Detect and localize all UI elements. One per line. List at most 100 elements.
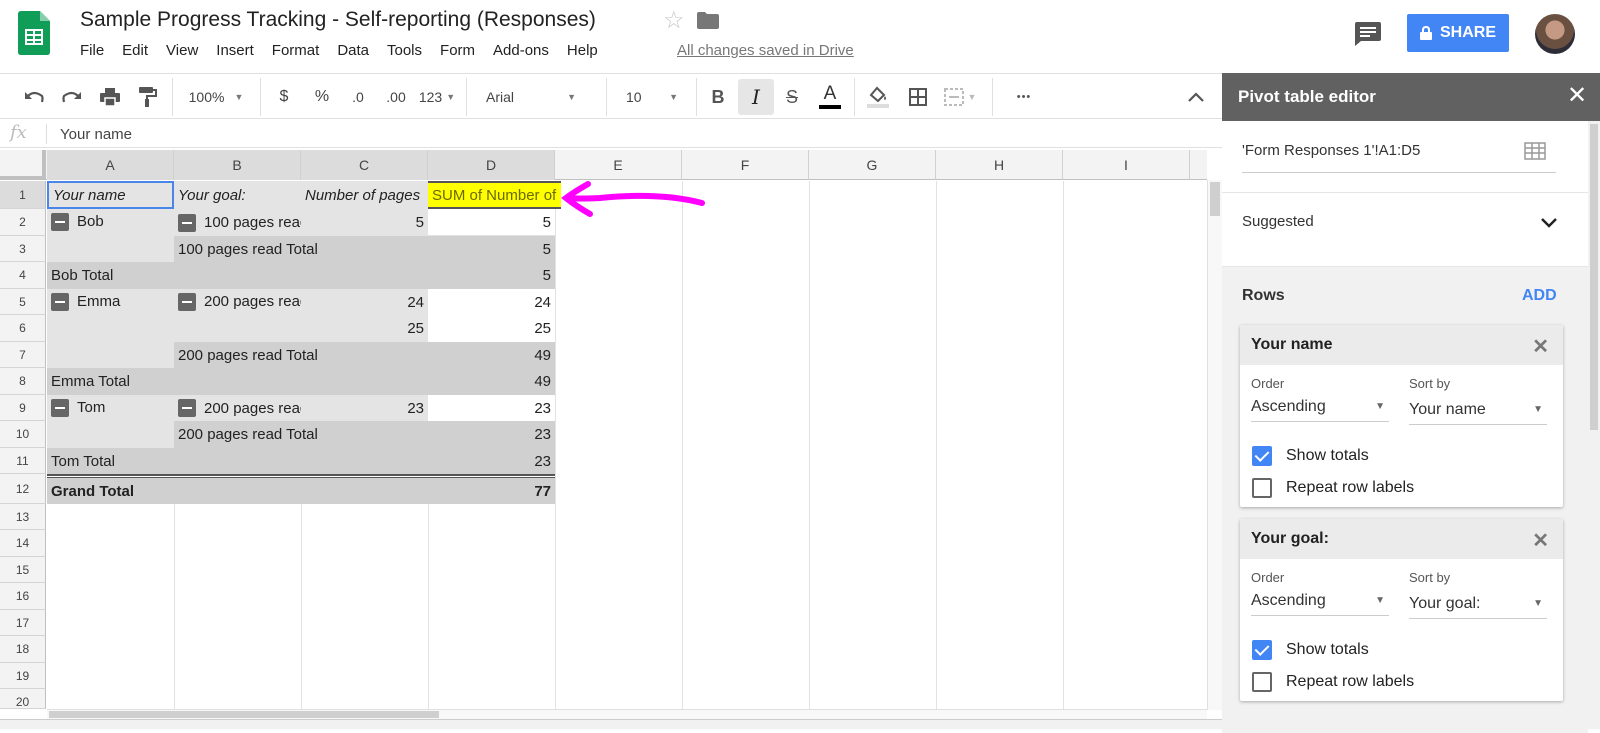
font-select[interactable]: Arial ▼	[476, 74, 586, 120]
formula-input[interactable]: Your name	[60, 126, 132, 143]
increase-decimal-button[interactable]: .00	[378, 74, 414, 120]
collapse-group-icon[interactable]	[178, 293, 196, 311]
panel-scroll-thumb[interactable]	[1590, 124, 1598, 430]
data-range-field[interactable]: 'Form Responses 1'!A1:D5	[1242, 142, 1420, 159]
cell-d1[interactable]: SUM of Number of pages	[428, 181, 561, 209]
cell-a8[interactable]: Emma Total	[47, 368, 428, 395]
row-header-7[interactable]: 7	[0, 342, 46, 368]
collapse-group-icon[interactable]	[178, 399, 196, 417]
undo-icon[interactable]	[18, 74, 50, 120]
sortby-select[interactable]: Your name ▼	[1409, 395, 1547, 425]
row-header-13[interactable]: 13	[0, 504, 46, 530]
cell-a5-emma[interactable]: Emma	[47, 289, 174, 368]
menu-form[interactable]: Form	[440, 42, 475, 59]
comment-icon[interactable]	[1355, 22, 1381, 46]
collapse-icon[interactable]	[1180, 74, 1212, 120]
cell-c5[interactable]: 24	[301, 289, 428, 315]
cell-b9[interactable]: 200 pages read	[174, 395, 301, 421]
row-header-12[interactable]: 12	[0, 474, 46, 504]
cell-d9[interactable]: 23	[428, 395, 555, 421]
cell-a11[interactable]: Tom Total	[47, 448, 428, 474]
share-button[interactable]: SHARE	[1407, 14, 1509, 52]
row-header-11[interactable]: 11	[0, 448, 46, 474]
cell-c1[interactable]: Number of pages	[301, 181, 428, 209]
column-header-a[interactable]: A	[47, 150, 174, 180]
vertical-scrollbar[interactable]	[1207, 180, 1222, 710]
print-icon[interactable]	[94, 74, 126, 120]
cell-d11[interactable]: 23	[428, 448, 555, 474]
column-header-f[interactable]: F	[682, 150, 809, 180]
cell-d3[interactable]: 5	[428, 236, 555, 262]
strikethrough-button[interactable]: S	[776, 74, 808, 120]
chevron-down-icon[interactable]	[1541, 218, 1557, 228]
text-color-button[interactable]: A	[814, 74, 846, 120]
currency-button[interactable]: $	[268, 74, 300, 120]
column-header-b[interactable]: B	[174, 150, 301, 180]
menu-tools[interactable]: Tools	[387, 42, 422, 59]
menu-help[interactable]: Help	[567, 42, 598, 59]
sheets-logo-icon[interactable]	[18, 11, 50, 55]
column-header-h[interactable]: H	[936, 150, 1063, 180]
add-row-button[interactable]: ADD	[1522, 287, 1557, 305]
row-header-14[interactable]: 14	[0, 530, 46, 557]
row-header-2[interactable]: 2	[0, 209, 46, 236]
save-status-link[interactable]: All changes saved in Drive	[677, 42, 854, 59]
show-totals-checkbox[interactable]	[1252, 446, 1272, 466]
collapse-group-icon[interactable]	[51, 399, 69, 417]
cell-b5[interactable]: 200 pages read	[174, 289, 301, 342]
sortby-select[interactable]: Your goal: ▼	[1409, 589, 1547, 619]
cell-d4[interactable]: 5	[428, 262, 555, 289]
grid-select-icon[interactable]	[1524, 142, 1546, 160]
collapse-group-icon[interactable]	[51, 293, 69, 311]
column-header-c[interactable]: C	[301, 150, 428, 180]
cell-b10[interactable]: 200 pages read Total	[174, 421, 428, 448]
cell-a9-tom[interactable]: Tom	[47, 395, 174, 448]
collapse-group-icon[interactable]	[178, 213, 196, 232]
cell-d10[interactable]: 23	[428, 421, 555, 448]
document-title[interactable]: Sample Progress Tracking - Self-reportin…	[80, 8, 596, 32]
repeat-labels-checkbox[interactable]	[1252, 672, 1272, 692]
cell-d6[interactable]: 25	[428, 315, 555, 342]
percent-button[interactable]: %	[306, 74, 338, 120]
zoom-select[interactable]: 100% ▼	[180, 74, 252, 120]
column-header-e[interactable]: E	[555, 150, 682, 180]
order-select[interactable]: Ascending ▼	[1251, 392, 1389, 422]
horizontal-scroll-thumb[interactable]	[49, 711, 439, 718]
borders-icon[interactable]	[902, 74, 934, 120]
remove-icon[interactable]: ✕	[1532, 334, 1549, 359]
cell-c9[interactable]: 23	[301, 395, 428, 421]
collapse-group-icon[interactable]	[51, 213, 69, 231]
row-header-1[interactable]: 1	[0, 181, 46, 209]
menu-view[interactable]: View	[166, 42, 198, 59]
row-header-15[interactable]: 15	[0, 557, 46, 583]
row-header-9[interactable]: 9	[0, 395, 46, 421]
cell-c6[interactable]: 25	[301, 315, 428, 342]
menu-addons[interactable]: Add-ons	[493, 42, 549, 59]
cell-a1[interactable]: Your name	[47, 181, 174, 209]
cell-d7[interactable]: 49	[428, 342, 555, 368]
more-icon[interactable]: •••	[1004, 74, 1044, 120]
cell-b2[interactable]: 100 pages read	[174, 209, 301, 236]
cell-d5[interactable]: 24	[428, 289, 555, 315]
merge-cells-icon[interactable]: ▼	[938, 74, 982, 120]
italic-button[interactable]: I	[738, 79, 774, 115]
order-select[interactable]: Ascending ▼	[1251, 586, 1389, 616]
close-icon[interactable]: ✕	[1567, 84, 1587, 108]
decrease-decimal-button[interactable]: .0	[342, 74, 374, 120]
cell-c2[interactable]: 5	[301, 209, 428, 236]
cell-d2[interactable]: 5	[428, 209, 555, 236]
cell-b7[interactable]: 200 pages read Total	[174, 342, 428, 368]
row-header-6[interactable]: 6	[0, 315, 46, 342]
row-header-20[interactable]: 20	[0, 689, 46, 709]
cell-a4[interactable]: Bob Total	[47, 262, 428, 289]
cell-b3[interactable]: 100 pages read Total	[174, 236, 428, 262]
column-header-d[interactable]: D	[428, 150, 555, 180]
column-header-i[interactable]: I	[1063, 150, 1190, 180]
fill-color-icon[interactable]	[862, 74, 894, 120]
cell-d8[interactable]: 49	[428, 368, 555, 395]
row-header-17[interactable]: 17	[0, 610, 46, 636]
cell-b1[interactable]: Your goal:	[174, 181, 301, 209]
font-size-select[interactable]: 10 ▼	[616, 74, 688, 120]
menu-data[interactable]: Data	[337, 42, 369, 59]
cell-a12[interactable]: Grand Total	[47, 478, 428, 504]
